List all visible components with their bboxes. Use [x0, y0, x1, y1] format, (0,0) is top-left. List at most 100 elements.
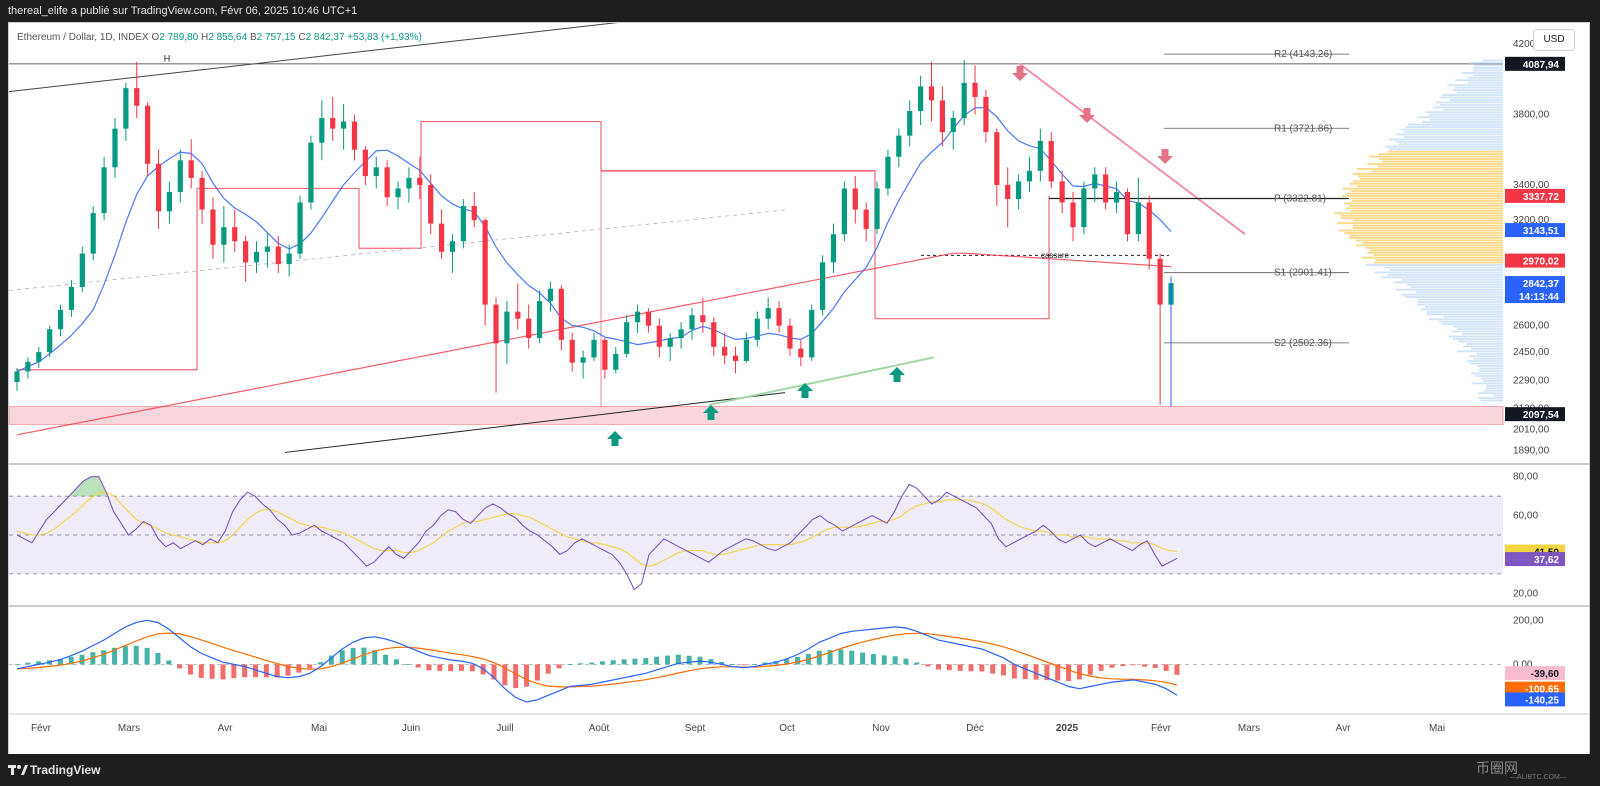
candle-body [864, 210, 869, 229]
candle-body [526, 319, 531, 338]
volume-profile-bar [1339, 230, 1503, 232]
volume-profile-bar [1457, 92, 1503, 94]
macd-histogram-bar [134, 646, 139, 665]
macd-histogram-bar [893, 656, 898, 664]
pivot-label: R1 (3721.86) [1274, 123, 1332, 134]
volume-profile-bar [1396, 141, 1503, 143]
volume-profile-bar [1473, 69, 1503, 71]
macd-histogram-bar [1164, 664, 1169, 670]
volume-profile-bar [1370, 249, 1503, 251]
volume-profile-bar [1439, 321, 1503, 323]
volume-profile-bar [1478, 397, 1503, 399]
volume-profile-bar [1360, 178, 1503, 180]
low-value: 2 757,15 [257, 32, 296, 43]
volume-profile-bar [1482, 380, 1503, 382]
candle-body [798, 349, 803, 358]
volume-profile-bar [1443, 109, 1503, 111]
volume-profile-bar [1353, 227, 1503, 229]
chart-frame[interactable]: R2 (4143.26) R1 (3721.86) P (3322.81) S1 (2… [8, 22, 1590, 756]
volume-profile-bar [1347, 193, 1503, 195]
low-label: B [250, 32, 257, 43]
price-axis-tick: 2450,00 [1513, 347, 1550, 358]
candle-body [885, 157, 890, 189]
candle-body [689, 315, 694, 329]
volume-profile-bar [1435, 101, 1503, 103]
time-axis-tick: Mai [1429, 723, 1445, 734]
candle-body [472, 206, 477, 220]
candle-body [385, 167, 390, 197]
volume-profile-bar [1427, 311, 1503, 313]
candle-body [101, 167, 106, 213]
macd-histogram-bar [361, 648, 366, 665]
macd-label: -39,60 [1531, 669, 1560, 680]
candle-body [319, 118, 324, 143]
volume-profile-bar [1406, 126, 1503, 128]
candle-body [112, 129, 117, 168]
macd-histogram-bar [632, 659, 637, 665]
volume-profile-bar [1374, 254, 1503, 256]
candle-body [363, 150, 368, 176]
candle-body [515, 312, 520, 319]
candle-body [972, 83, 977, 97]
candle-body [221, 227, 226, 245]
candle-body [210, 210, 215, 245]
chart-canvas[interactable]: R2 (4143.26) R1 (3721.86) P (3322.81) S1 (2… [9, 23, 1589, 755]
candle-body [1136, 203, 1141, 235]
volume-profile-bar [1378, 166, 1503, 168]
candle-body [896, 136, 901, 157]
candle-body [668, 338, 673, 347]
volume-profile-bar [1452, 331, 1503, 333]
candle-body [330, 118, 335, 129]
volume-profile-bar [1389, 148, 1503, 150]
candle-body [1125, 192, 1130, 234]
volume-profile-bar [1421, 308, 1503, 310]
candle-body [123, 88, 128, 128]
volume-profile-bar [1334, 212, 1503, 214]
macd-histogram-bar [557, 664, 562, 668]
volume-profile-bar [1418, 301, 1503, 303]
volume-profile-bar [1407, 284, 1503, 286]
volume-profile-bar [1453, 338, 1503, 340]
high-value: 2 855,64 [208, 32, 247, 43]
volume-profile-bar [1478, 392, 1503, 394]
volume-profile-bar [1471, 348, 1503, 350]
price-label: 3337,72 [1523, 192, 1560, 203]
candle-body [308, 143, 313, 203]
time-axis-tick: Sept [685, 723, 706, 734]
currency-button[interactable]: USD [1533, 29, 1575, 51]
macd-histogram-bar [990, 664, 995, 673]
macd-histogram-bar [958, 664, 963, 670]
published-by-bar: thereal_elife a publié sur TradingView.c… [0, 0, 1600, 22]
close-label: C [298, 32, 305, 43]
candle-body [25, 362, 30, 372]
candle-body [1158, 259, 1163, 305]
volume-profile-bar [1443, 316, 1503, 318]
macd-histogram-bar [177, 664, 182, 668]
candle-body [809, 310, 814, 358]
volume-profile-bar [1396, 289, 1503, 291]
volume-profile-bar [1442, 323, 1503, 325]
watermark-subtext: —ALIBTC.COM— [1510, 774, 1567, 781]
range-box-edge [359, 122, 421, 249]
candle-body [1114, 192, 1119, 203]
candle-body [178, 160, 183, 192]
macd-histogram-bar [1077, 664, 1082, 679]
candle-body [744, 340, 749, 361]
candle-body [548, 289, 553, 301]
candle-body [853, 188, 858, 209]
time-axis-tick: Juin [402, 723, 420, 734]
macd-histogram-bar [524, 664, 529, 686]
time-axis-tick: Juill [496, 723, 513, 734]
macd-histogram-bar [145, 648, 150, 665]
volume-profile-bar [1394, 281, 1503, 283]
macd-histogram-bar [1099, 664, 1104, 670]
candle-body [374, 167, 379, 176]
candle-body [1092, 174, 1097, 188]
tradingview-brand[interactable]: TradingView [30, 763, 100, 777]
volume-profile-bar [1466, 343, 1503, 345]
volume-profile-bar [1442, 94, 1503, 96]
macd-histogram-bar [220, 664, 225, 679]
volume-profile-bar [1479, 370, 1503, 372]
candle-body [994, 132, 999, 185]
macd-histogram-bar [914, 662, 919, 664]
